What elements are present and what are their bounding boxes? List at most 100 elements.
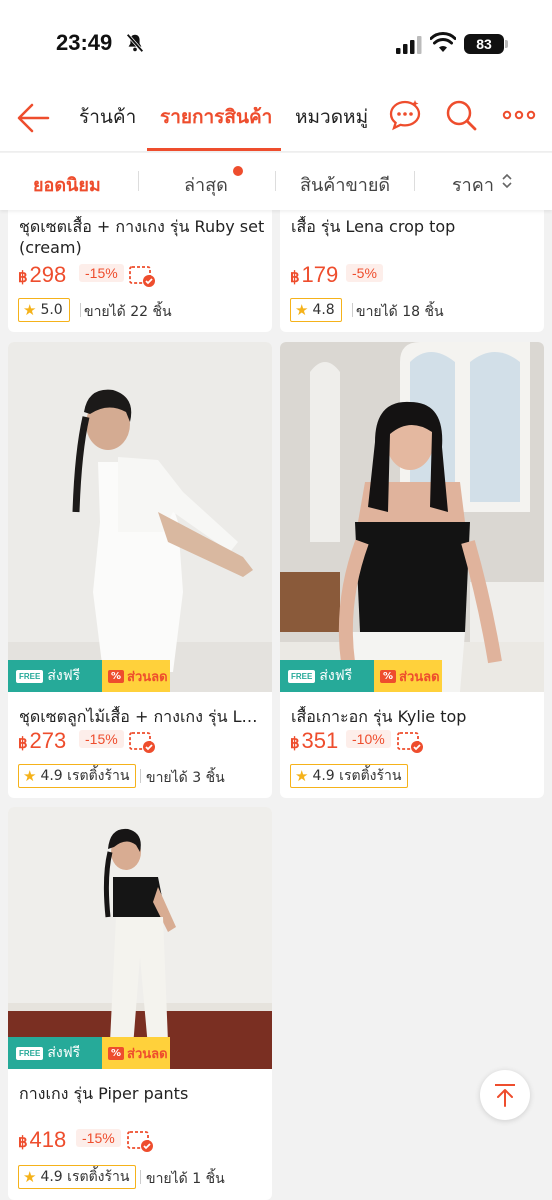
free-shipping-label: ส่งฟรี (47, 1045, 81, 1061)
rating-value: 4.9 เรตติ้งร้าน (312, 768, 402, 784)
coupon-verified-icon (127, 1131, 153, 1152)
truck-icon: FREE (288, 669, 316, 683)
discount-badge: % ส่วนลด (374, 660, 442, 692)
discount-badge: % ส่วนลด (102, 660, 170, 692)
product-title: เสื้อเกาะอก รุ่น Kylie top (291, 707, 467, 726)
product-title: กางเกง รุ่น Piper pants (19, 1084, 189, 1103)
percent-icon: % (380, 669, 397, 683)
divider (140, 1170, 141, 1184)
wifi-icon (430, 32, 456, 52)
free-shipping-label: ส่งฟรี (47, 668, 81, 684)
battery-tip (505, 40, 508, 48)
tab-products[interactable]: รายการสินค้า (160, 102, 272, 152)
product-price: ฿418 (18, 1127, 66, 1153)
sold-count: ขายได้ 18 ชิ้น (356, 304, 444, 320)
currency-symbol: ฿ (290, 735, 300, 752)
sold-count: ขายได้ 3 ชิ้น (146, 770, 225, 786)
product-image (280, 342, 544, 692)
discount-badge: -10% (346, 730, 391, 748)
currency-symbol: ฿ (290, 269, 300, 286)
product-price: ฿351 (290, 728, 338, 754)
free-shipping-badge: FREE ส่งฟรี (8, 660, 102, 692)
sale-label: ส่วนลด (399, 669, 440, 685)
divider (140, 769, 141, 783)
discount-badge: % ส่วนลด (102, 1037, 170, 1069)
star-icon: ★ (295, 301, 309, 319)
filter-price[interactable]: ราคา (452, 170, 494, 199)
product-title: ชุดเซตเสื้อ + กางเกง รุ่น Ruby set (19, 217, 265, 236)
product-title-line2: (cream) (19, 238, 82, 257)
sale-label: ส่วนลด (127, 669, 168, 685)
new-dot-indicator (233, 166, 243, 176)
price-value: 179 (301, 262, 339, 287)
promo-badges: FREE ส่งฟรี % ส่วนลด (8, 1037, 170, 1069)
sort-arrows-icon[interactable] (500, 172, 514, 190)
free-shipping-badge: FREE ส่งฟรี (280, 660, 374, 692)
rating-badge: ★ 4.8 (290, 298, 342, 322)
divider (275, 171, 276, 191)
search-icon[interactable] (444, 98, 478, 132)
divider (352, 303, 353, 317)
price-value: 418 (29, 1127, 67, 1152)
currency-symbol: ฿ (18, 269, 28, 286)
more-options-icon[interactable] (502, 98, 536, 132)
filter-popular[interactable]: ยอดนิยม (33, 170, 101, 199)
product-card[interactable]: FREE ส่งฟรี % ส่วนลด ชุดเซตลูกไม้เสื้อ + ก… (8, 342, 272, 798)
star-icon: ★ (23, 767, 37, 785)
status-time: 23:49 (56, 30, 113, 55)
coupon-verified-icon (129, 266, 155, 287)
cell-signal-icon (396, 36, 422, 54)
status-bar: 23:49 83 (0, 0, 552, 88)
divider (80, 303, 81, 317)
battery-indicator: 83 (464, 34, 504, 54)
divider (414, 171, 415, 191)
free-shipping-label: ส่งฟรี (319, 668, 353, 684)
star-icon: ★ (23, 301, 37, 319)
discount-badge: -15% (79, 730, 124, 748)
truck-icon: FREE (16, 669, 44, 683)
product-title: ชุดเซตลูกไม้เสื้อ + กางเกง รุ่น La... (19, 707, 263, 726)
tab-shop[interactable]: ร้านค้า (79, 102, 136, 152)
sold-count: ขายได้ 22 ชิ้น (84, 304, 172, 320)
product-card[interactable]: FREE ส่งฟรี % ส่วนลด เสื้อเกาะอก รุ่น Kyli… (280, 342, 544, 798)
rating-badge: ★ 4.9 เรตติ้งร้าน (18, 764, 137, 788)
free-shipping-badge: FREE ส่งฟรี (8, 1037, 102, 1069)
filter-latest[interactable]: ล่าสุด (184, 170, 228, 199)
sold-count: ขายได้ 1 ชิ้น (146, 1171, 225, 1187)
currency-symbol: ฿ (18, 735, 28, 752)
star-icon: ★ (23, 1168, 37, 1186)
product-price: ฿298 (18, 262, 66, 288)
truck-icon: FREE (16, 1046, 44, 1060)
rating-value: 4.8 (312, 302, 335, 318)
rating-badge: ★ 4.9 เรตติ้งร้าน (18, 1165, 137, 1189)
tab-categories[interactable]: หมวดหมู่ (295, 102, 368, 152)
price-value: 351 (301, 728, 339, 753)
bell-off-icon (126, 33, 144, 53)
product-card[interactable]: FREE ส่งฟรี % ส่วนลด กางเกง รุ่น Piper pan… (8, 807, 272, 1200)
product-price: ฿273 (18, 728, 66, 754)
price-value: 298 (29, 262, 67, 287)
shop-nav-bar: ร้านค้า รายการสินค้า หมวดหมู่ (0, 88, 552, 152)
back-arrow-icon[interactable] (16, 100, 52, 136)
sale-label: ส่วนลด (127, 1046, 168, 1062)
currency-symbol: ฿ (18, 1134, 28, 1151)
discount-badge: -5% (346, 264, 383, 282)
rating-badge: ★ 5.0 (18, 298, 70, 322)
product-title: เสื้อ รุ่น Lena crop top (291, 217, 456, 236)
filter-best-selling[interactable]: สินค้าขายดี (300, 170, 390, 199)
percent-icon: % (108, 1046, 125, 1060)
star-icon: ★ (295, 767, 309, 785)
rating-value: 4.9 เรตติ้งร้าน (40, 1169, 130, 1185)
product-price: ฿179 (290, 262, 338, 288)
promo-badges: FREE ส่งฟรี % ส่วนลด (8, 660, 170, 692)
scroll-to-top-button[interactable] (480, 1070, 530, 1120)
percent-icon: % (108, 669, 125, 683)
rating-value: 4.9 เรตติ้งร้าน (40, 768, 130, 784)
divider (138, 171, 139, 191)
rating-badge: ★ 4.9 เรตติ้งร้าน (290, 764, 409, 788)
promo-badges: FREE ส่งฟรี % ส่วนลด (280, 660, 442, 692)
arrow-up-icon (495, 1084, 515, 1107)
product-image (8, 807, 272, 1069)
chat-icon[interactable] (388, 98, 422, 132)
coupon-verified-icon (397, 732, 423, 753)
